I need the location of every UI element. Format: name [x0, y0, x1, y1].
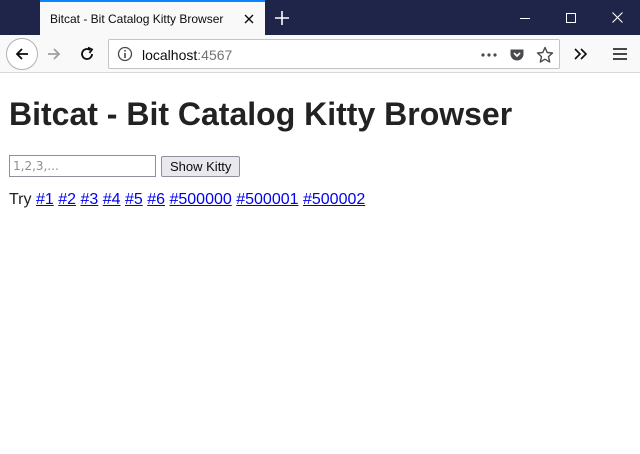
kitty-link-500001[interactable]: #500001 — [236, 191, 298, 208]
menu-button[interactable] — [604, 38, 636, 70]
maximize-button[interactable] — [548, 0, 594, 35]
new-tab-button[interactable] — [268, 5, 296, 31]
star-icon[interactable] — [535, 45, 555, 65]
close-icon — [611, 12, 623, 23]
kitty-link-500002[interactable]: #500002 — [303, 191, 365, 208]
reload-button[interactable] — [71, 38, 103, 70]
nav-bar: localhost:4567 — [0, 35, 640, 73]
kitty-link-6[interactable]: #6 — [147, 191, 165, 208]
tab-close-icon[interactable] — [239, 9, 259, 29]
reload-icon — [81, 46, 94, 60]
hamburger-menu-icon — [613, 48, 627, 60]
minimize-icon — [520, 17, 530, 19]
show-kitty-button[interactable]: Show Kitty — [161, 155, 241, 177]
close-window-button[interactable] — [594, 0, 640, 35]
tab-active[interactable]: Bitcat - Bit Catalog Kitty Browser — [40, 0, 265, 35]
kitty-id-input[interactable] — [9, 155, 156, 177]
back-button[interactable] — [6, 38, 38, 70]
forward-arrow-icon — [48, 48, 61, 60]
kitty-link-2[interactable]: #2 — [58, 191, 76, 208]
plus-icon — [275, 11, 289, 25]
minimize-button[interactable] — [502, 0, 548, 35]
forward-button[interactable] — [38, 38, 70, 70]
double-chevron-icon — [574, 48, 588, 60]
url-port: :4567 — [197, 47, 233, 63]
url-text[interactable]: localhost:4567 — [142, 47, 232, 63]
back-arrow-icon — [15, 48, 28, 60]
pocket-icon[interactable] — [507, 45, 527, 65]
maximize-icon — [566, 12, 576, 23]
try-links: Try #1 #2 #3 #4 #5 #6 #500000 #500001 #5… — [9, 190, 631, 210]
page-content: Bitcat - Bit Catalog Kitty Browser Show … — [0, 74, 640, 454]
kitty-link-1[interactable]: #1 — [36, 191, 54, 208]
ellipsis-icon[interactable] — [479, 45, 499, 65]
kitty-link-500000[interactable]: #500000 — [169, 191, 231, 208]
kitty-form: Show Kitty — [9, 154, 631, 178]
url-bar[interactable]: localhost:4567 — [108, 39, 560, 69]
page-title: Bitcat - Bit Catalog Kitty Browser — [9, 96, 513, 132]
kitty-link-5[interactable]: #5 — [125, 191, 143, 208]
overflow-button[interactable] — [565, 38, 597, 70]
url-host: localhost — [142, 47, 198, 63]
kitty-link-3[interactable]: #3 — [80, 191, 98, 208]
kitty-link-4[interactable]: #4 — [103, 191, 121, 208]
try-label: Try — [9, 191, 32, 208]
info-icon[interactable] — [117, 46, 133, 62]
title-bar: Bitcat - Bit Catalog Kitty Browser — [0, 0, 640, 35]
tab-title: Bitcat - Bit Catalog Kitty Browser — [50, 11, 224, 26]
